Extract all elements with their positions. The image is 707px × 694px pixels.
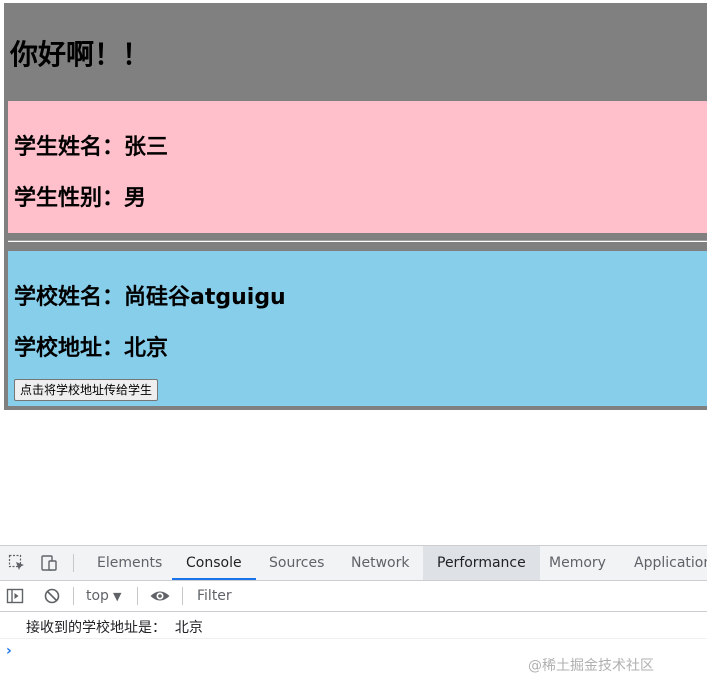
toolbar-separator	[137, 587, 138, 605]
context-selector[interactable]: top ▼	[86, 587, 121, 605]
dropdown-arrow-icon: ▼	[112, 590, 122, 603]
school-address: 学校地址：北京	[14, 336, 169, 361]
student-component: 学生姓名：张三 学生性别：男	[8, 101, 707, 233]
tab-sources[interactable]: Sources	[255, 546, 338, 580]
tabbar-separator	[73, 554, 74, 572]
toolbar-separator	[182, 587, 183, 605]
console-filter-input[interactable]	[192, 586, 707, 606]
console-log-text: 接收到的学校地址是： 北京	[26, 620, 203, 636]
devtools-tabbar: Elements Console Sources Network Perform…	[0, 546, 707, 581]
prompt-chevron-icon[interactable]: ›	[6, 643, 12, 659]
tab-elements[interactable]: Elements	[83, 546, 176, 580]
eye-icon[interactable]	[149, 587, 171, 605]
school-name: 学校姓名：尚硅谷atguigu	[14, 285, 286, 310]
console-log-entry: 接收到的学校地址是： 北京	[0, 613, 707, 639]
school-component: 学校姓名：尚硅谷atguigu 学校地址：北京 点击将学校地址传给学生	[8, 251, 707, 406]
student-gender: 学生性别：男	[14, 186, 147, 211]
tab-application[interactable]: Application	[620, 546, 707, 580]
tab-console[interactable]: Console	[172, 546, 256, 580]
inspect-element-icon[interactable]	[8, 554, 26, 572]
toolbar-separator	[73, 587, 74, 605]
app-root: 你好啊！！ 学生姓名：张三 学生性别：男 学校姓名：尚硅谷atguigu 学校地…	[4, 3, 707, 410]
device-toggle-icon[interactable]	[40, 554, 58, 572]
devtools-panel: Elements Console Sources Network Perform…	[0, 545, 707, 694]
console-toolbar: top ▼	[0, 581, 707, 612]
tab-memory[interactable]: Memory	[535, 546, 620, 580]
student-name: 学生姓名：张三	[14, 135, 169, 160]
clear-console-icon[interactable]	[43, 587, 61, 605]
tab-performance[interactable]: Performance	[423, 546, 540, 580]
divider	[8, 240, 707, 242]
watermark: @稀土掘金技术社区	[528, 658, 654, 674]
sidebar-toggle-icon[interactable]	[6, 587, 24, 605]
context-value: top	[86, 588, 109, 604]
send-address-button[interactable]: 点击将学校地址传给学生	[14, 379, 159, 401]
app-title: 你好啊！！	[10, 38, 151, 71]
tab-network[interactable]: Network	[337, 546, 423, 580]
